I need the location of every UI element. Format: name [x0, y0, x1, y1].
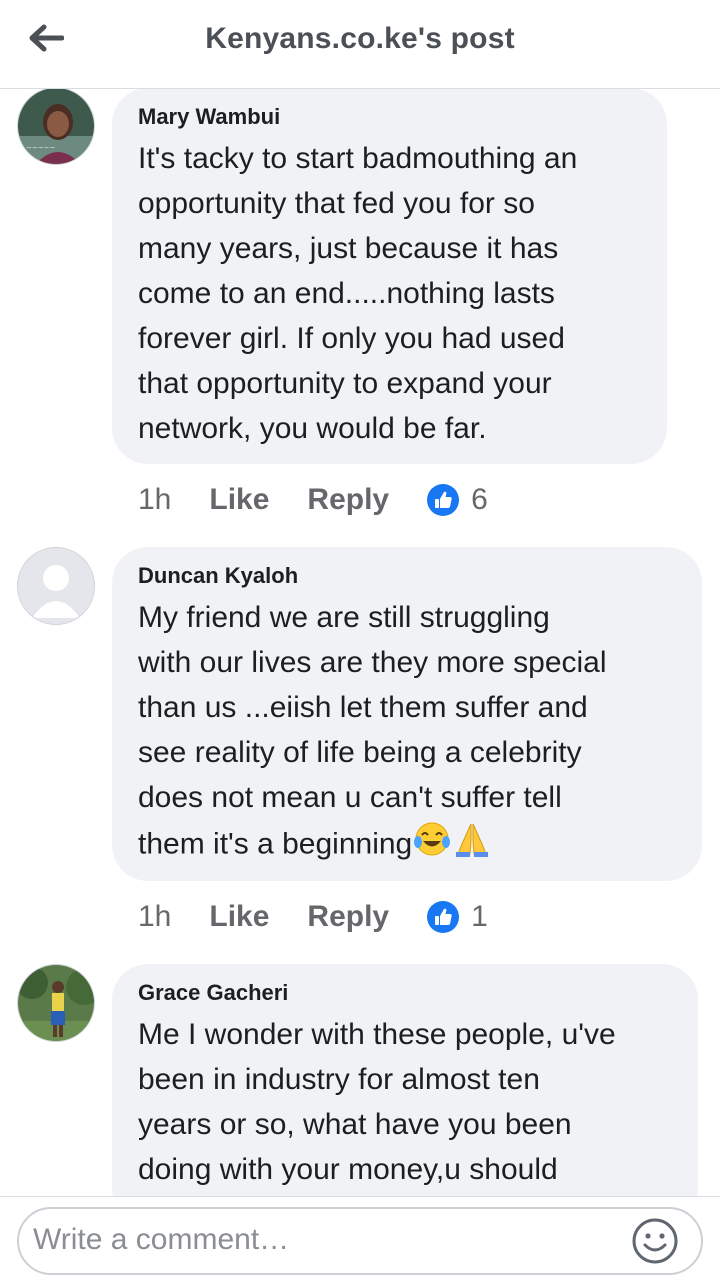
- comment-author[interactable]: Mary Wambui: [138, 104, 641, 130]
- comment-composer: Write a comment…: [0, 1196, 720, 1278]
- comment-bubble: Grace Gacheri Me I wonder with these peo…: [112, 964, 698, 1224]
- avatar-photo: [18, 965, 94, 1041]
- comment-bubble: Duncan Kyaloh My friend we are still str…: [112, 547, 702, 881]
- comment-text: Me I wonder with these people, u've been…: [138, 1018, 616, 1186]
- comment-actions: 1h Like Reply 1: [138, 897, 488, 937]
- comment-author[interactable]: Grace Gacheri: [138, 980, 672, 1006]
- avatar[interactable]: [17, 964, 95, 1042]
- reaction-summary[interactable]: 1: [427, 900, 488, 934]
- avatar[interactable]: ~~~~~: [17, 87, 95, 165]
- thumbs-up-icon: [427, 901, 460, 933]
- comment-input-placeholder: Write a comment…: [33, 1223, 290, 1256]
- smiley-icon: [632, 1218, 678, 1264]
- svg-text:~~~~~: ~~~~~: [26, 144, 55, 152]
- reaction-count: 1: [471, 900, 488, 933]
- reaction-summary[interactable]: 6: [427, 483, 488, 517]
- comment-actions: 1h Like Reply 6: [138, 480, 488, 520]
- top-bar: Kenyans.co.ke's post: [0, 0, 720, 89]
- comment-text: It's tacky to start badmouthing an oppor…: [138, 142, 578, 445]
- like-button[interactable]: Like: [209, 483, 269, 517]
- avatar[interactable]: [17, 547, 95, 625]
- comment-text: My friend we are still struggling with o…: [138, 595, 676, 871]
- emoji-button[interactable]: [631, 1217, 679, 1265]
- comment-input[interactable]: Write a comment…: [17, 1207, 703, 1275]
- like-button[interactable]: Like: [209, 900, 269, 934]
- folded-hands-emoji-icon: [452, 820, 492, 871]
- avatar-photo: ~~~~~: [18, 88, 94, 164]
- comment-author[interactable]: Duncan Kyaloh: [138, 563, 676, 589]
- thumbs-up-icon: [427, 484, 460, 516]
- comment-text-body: My friend we are still struggling with o…: [138, 601, 607, 861]
- tears-of-joy-emoji-icon: [412, 820, 452, 871]
- comment-bubble: Mary Wambui It's tacky to start badmouth…: [112, 88, 667, 464]
- comment-time[interactable]: 1h: [138, 483, 171, 517]
- reaction-count: 6: [471, 483, 488, 516]
- reply-button[interactable]: Reply: [307, 900, 389, 934]
- page-title: Kenyans.co.ke's post: [205, 22, 515, 55]
- default-avatar-icon: [18, 548, 94, 624]
- comment-time[interactable]: 1h: [138, 900, 171, 934]
- reply-button[interactable]: Reply: [307, 483, 389, 517]
